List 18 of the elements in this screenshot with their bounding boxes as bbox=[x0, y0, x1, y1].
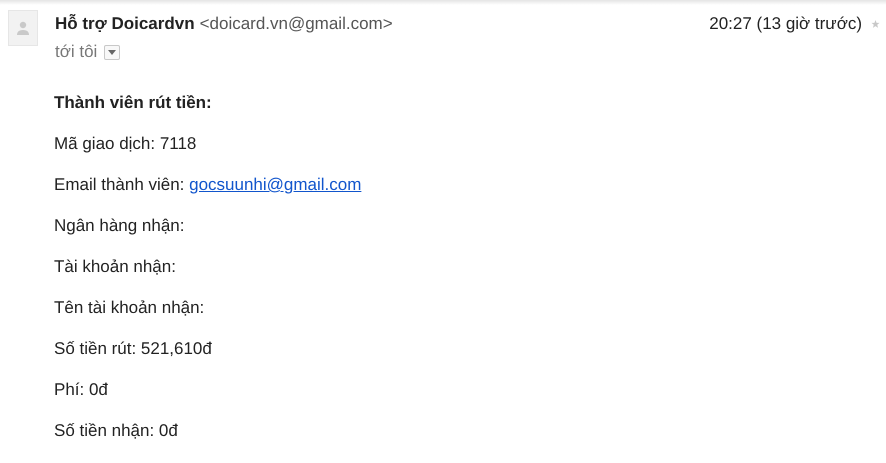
recipient-label: tới tôi bbox=[55, 42, 98, 62]
timestamp: 20:27 (13 giờ trước) bbox=[709, 14, 862, 34]
message-line: Ngân hàng nhận: bbox=[54, 216, 186, 237]
message-line: Email thành viên: gocsuunhi@gmail.com bbox=[54, 175, 362, 196]
message-heading: Thành viên rút tiền: bbox=[54, 93, 213, 114]
sender-address: <doicard.vn@gmail.com> bbox=[200, 14, 393, 34]
message-line: Số tiền rút: 521,610đ bbox=[54, 339, 213, 360]
message-line: Mã giao dịch: 7118 bbox=[54, 134, 198, 155]
dropdown-button[interactable] bbox=[104, 44, 120, 60]
email-link[interactable]: gocsuunhi@gmail.com bbox=[189, 175, 362, 194]
message-line: Tài khoản nhận: bbox=[54, 257, 177, 278]
message-line: Tên tài khoản nhận: bbox=[54, 298, 206, 319]
caret-icon bbox=[108, 50, 116, 54]
message-line: Số tiền nhận: 0đ bbox=[54, 421, 179, 442]
avatar-icon bbox=[8, 10, 38, 46]
sender-name[interactable]: Hỗ trợ Doicardvn bbox=[55, 14, 195, 34]
star-icon[interactable] bbox=[871, 19, 880, 29]
message-line: Phí: 0đ bbox=[54, 380, 109, 401]
